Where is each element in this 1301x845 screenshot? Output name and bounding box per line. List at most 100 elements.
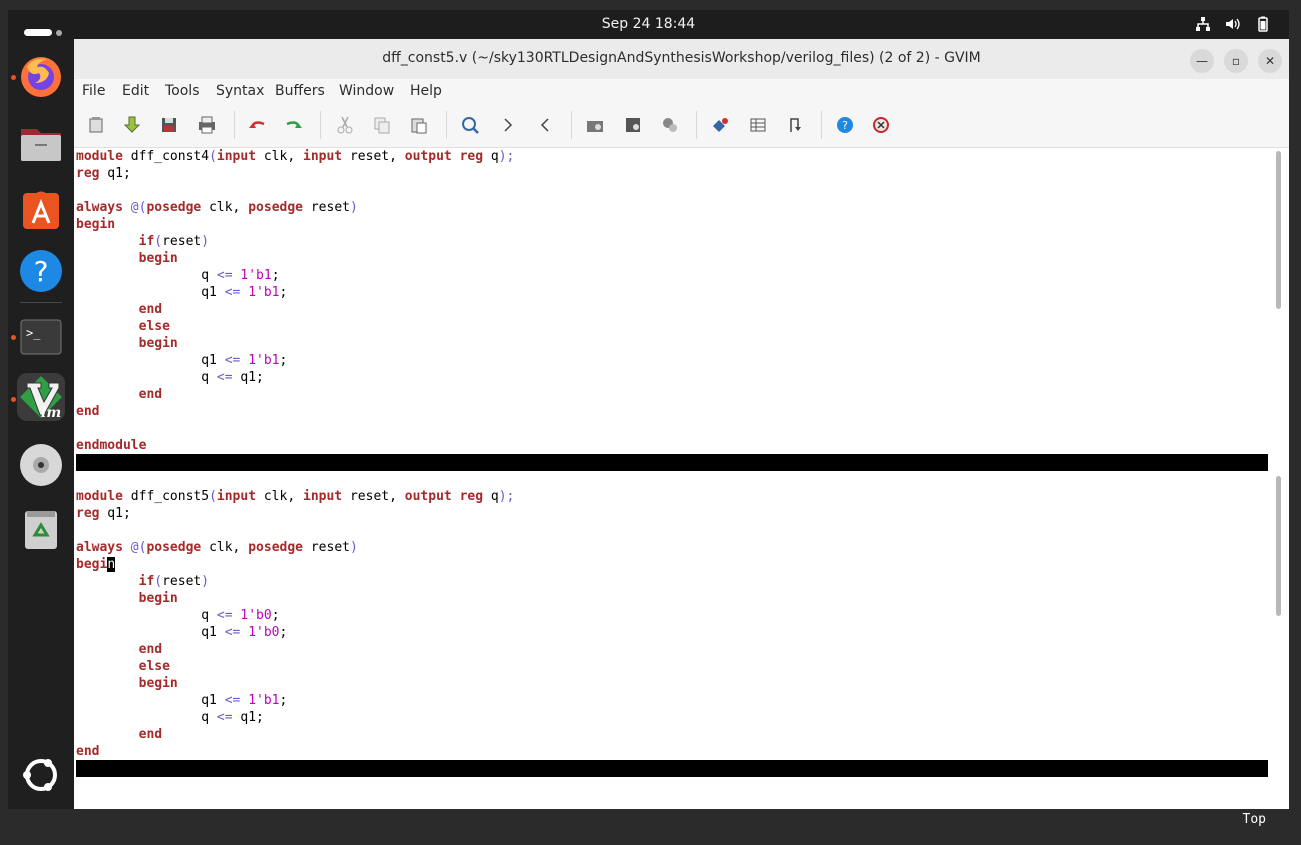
code-line[interactable] [76,420,1276,437]
code-line[interactable]: endmodule [76,437,1276,454]
code-line[interactable]: begin [76,556,1276,573]
clock[interactable]: Sep 24 18:44 [8,16,1289,32]
disc-icon[interactable] [17,441,65,489]
code-line[interactable]: end [76,403,1276,420]
save-down-icon[interactable] [123,116,141,134]
show-apps-icon[interactable] [17,751,65,799]
title-bar[interactable]: dff_const5.v (~/sky130RTLDesignAndSynthe… [74,39,1289,79]
code-line[interactable]: end [76,301,1276,318]
code-token: clk, [256,149,303,164]
code-line[interactable]: else [76,658,1276,675]
code-line[interactable]: begin [76,216,1276,233]
paste-icon[interactable] [410,116,428,134]
code-line[interactable]: begin [76,590,1276,607]
code-token: clk, [256,489,303,504]
code-token: <= [224,285,241,300]
menu-buffers[interactable]: Buffers [275,83,325,99]
code-line[interactable]: end [76,641,1276,658]
menu-window[interactable]: Window [339,83,394,99]
code-line[interactable]: end [76,386,1276,403]
code-line[interactable]: begin [76,675,1276,692]
help-icon[interactable]: ? [836,116,854,134]
minimize-button[interactable]: — [1190,49,1214,73]
code-line[interactable]: q1 <= 1'b0; [76,624,1276,641]
make-icon[interactable] [711,116,729,134]
build-tags-icon[interactable] [749,116,767,134]
code-line[interactable]: q <= 1'b1; [76,267,1276,284]
terminal-icon[interactable]: >_ [17,313,65,361]
code-token: <= [224,625,241,640]
save-icon[interactable] [160,116,178,134]
code-line[interactable]: q1 <= 1'b1; [76,352,1276,369]
run-script-icon[interactable] [661,116,679,134]
app-center-icon[interactable] [17,185,65,233]
find-previous-icon[interactable] [536,116,554,134]
code-line[interactable]: module dff_const5(input clk, input reset… [76,488,1276,505]
code-line[interactable]: begin [76,250,1276,267]
scrollbar-thumb-bottom-pane[interactable] [1276,476,1281,616]
save-session-icon[interactable] [624,116,642,134]
code-token: reset, [342,149,405,164]
menu-syntax[interactable]: Syntax [216,83,264,99]
menu-file[interactable]: File [82,83,105,99]
code-line[interactable]: if(reset) [76,233,1276,250]
statusline-filename: dff_const4.v [122,472,217,487]
code-line[interactable]: begin [76,335,1276,352]
redo-icon[interactable] [285,116,303,134]
code-line[interactable]: q <= q1; [76,369,1276,386]
files-icon[interactable] [17,119,65,167]
code-token: <= [216,268,233,283]
undo-icon[interactable] [248,116,266,134]
code-line[interactable]: if(reset) [76,573,1276,590]
editor-pane-dff-const4[interactable]: module dff_const4(input clk, input reset… [76,148,1276,454]
gvim-window: dff_const5.v (~/sky130RTLDesignAndSynthe… [74,39,1289,827]
editor-pane-dff-const5[interactable]: module dff_const5(input clk, input reset… [76,488,1276,760]
jump-tag-icon[interactable] [787,116,805,134]
code-line[interactable]: q1 <= 1'b1; [76,284,1276,301]
menu-tools[interactable]: Tools [165,83,200,99]
svg-text:im: im [41,405,61,421]
code-line[interactable]: end [76,743,1276,760]
code-line[interactable]: else [76,318,1276,335]
find-replace-icon[interactable] [461,116,479,134]
code-line[interactable]: q1 <= 1'b1; [76,692,1276,709]
code-token: posedge [146,540,202,555]
cut-icon[interactable] [336,116,354,134]
open-file-icon[interactable] [87,116,105,134]
code-line[interactable]: module dff_const4(input clk, input reset… [76,148,1276,165]
find-help-icon[interactable] [872,116,890,134]
menu-help[interactable]: Help [410,83,442,99]
code-line[interactable]: q <= 1'b0; [76,607,1276,624]
copy-icon[interactable] [373,116,391,134]
code-token: 1'b0 [248,625,280,640]
code-token: module [76,149,123,164]
firefox-icon[interactable] [17,53,65,101]
system-tray[interactable] [1195,16,1271,32]
code-line[interactable] [76,522,1276,539]
trash-icon[interactable] [17,505,65,553]
code-line[interactable]: always @(posedge clk, posedge reset) [76,539,1276,556]
editor-area[interactable]: module dff_const4(input clk, input reset… [74,148,1289,827]
code-token: 1'b1 [248,353,280,368]
code-line[interactable] [76,182,1276,199]
code-line[interactable]: always @(posedge clk, posedge reset) [76,199,1276,216]
toolbar-separator [821,111,822,139]
scrollbar-thumb-top-pane[interactable] [1276,151,1281,309]
gvim-icon[interactable]: im [17,373,65,421]
menu-edit[interactable]: Edit [122,83,149,99]
print-icon[interactable] [198,116,216,134]
code-line[interactable]: reg q1; [76,505,1276,522]
maximize-button[interactable]: ▫ [1224,49,1248,73]
code-token: ; [279,285,288,300]
code-token: <= [224,353,241,368]
code-token: clk, [201,200,249,215]
close-button[interactable]: ✕ [1258,49,1282,73]
code-line[interactable]: end [76,726,1276,743]
load-session-icon[interactable] [586,116,604,134]
find-next-icon[interactable] [499,116,517,134]
help-icon[interactable]: ? [17,247,65,295]
code-line[interactable]: q <= q1; [76,709,1276,726]
code-line[interactable]: reg q1; [76,165,1276,182]
